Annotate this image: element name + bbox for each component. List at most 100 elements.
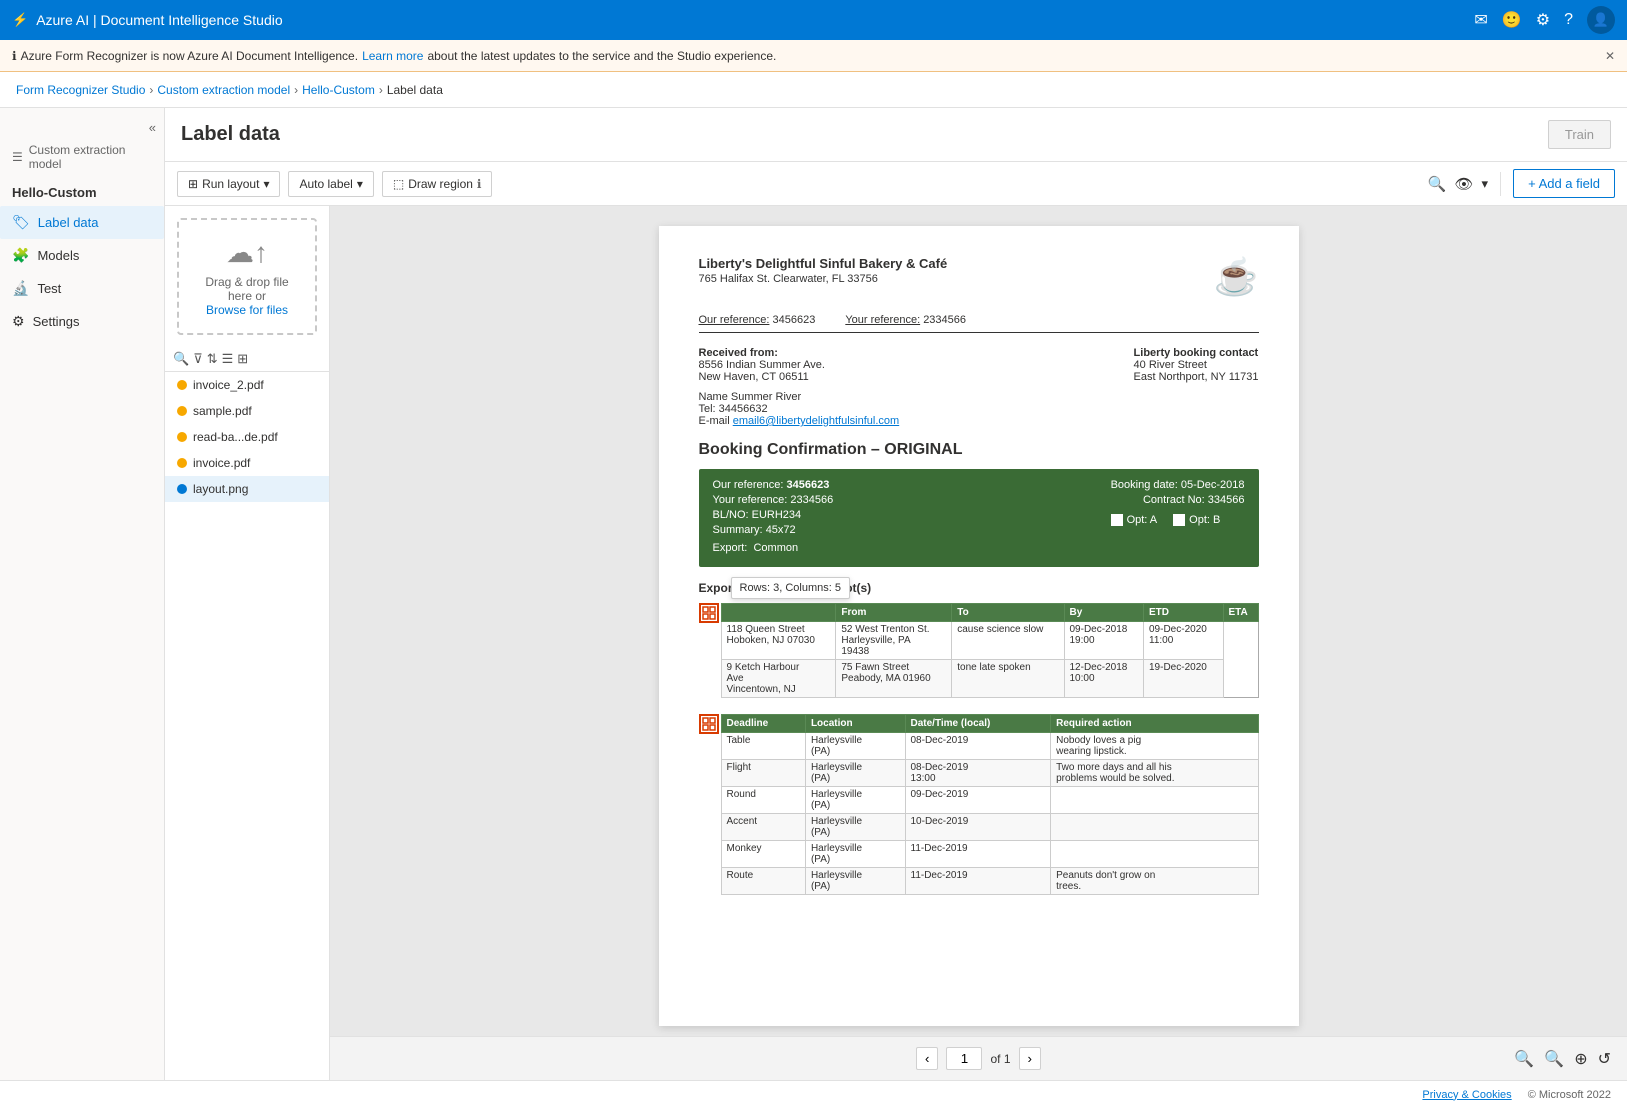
file-name: read-ba...de.pdf [193, 430, 278, 444]
sidebar-test-text: Test [37, 281, 61, 296]
fit-page-icon[interactable]: ⊕ [1574, 1049, 1587, 1069]
notif-link[interactable]: Learn more [362, 49, 423, 63]
checkbox-b[interactable] [1173, 514, 1185, 526]
rotate-icon[interactable]: ↺ [1598, 1049, 1611, 1069]
booking-title: Booking Confirmation – ORIGINAL [699, 441, 1259, 459]
settings-nav-icon: ⚙ [12, 313, 25, 330]
data-table-2: Deadline Location Date/Time (local) Requ… [721, 714, 1259, 895]
file-item[interactable]: sample.pdf [165, 398, 329, 424]
file-item[interactable]: read-ba...de.pdf [165, 424, 329, 450]
auto-label-dropdown-icon[interactable]: ▾ [357, 177, 363, 191]
upload-text-line1: Drag & drop file [191, 275, 303, 289]
document-scroll[interactable]: Liberty's Delightful Sinful Bakery & Caf… [330, 206, 1627, 1036]
file-status-dot [177, 380, 187, 390]
sidebar: « ☰ Custom extraction model Hello-Custom… [0, 108, 165, 1080]
prev-page-button[interactable]: ‹ [916, 1047, 938, 1070]
sidebar-toggle[interactable]: « [0, 116, 164, 139]
company-name: Liberty's Delightful Sinful Bakery & Caf… [699, 256, 948, 271]
table-select-button-2[interactable] [699, 714, 719, 734]
notification-bar: ℹ Azure Form Recognizer is now Azure AI … [0, 40, 1627, 72]
sidebar-item-settings[interactable]: ⚙ Settings [0, 305, 164, 338]
draw-region-info-icon: ℹ [477, 177, 482, 191]
top-bar-icons: ✉ 🙂 ⚙ ? 👤 [1474, 6, 1615, 34]
browse-link[interactable]: Browse for files [206, 303, 288, 317]
sidebar-settings-text: Settings [33, 314, 80, 329]
main-content: Label data Train ⊞ Run layout ▾ Auto lab… [165, 108, 1627, 1080]
document-page: Liberty's Delightful Sinful Bakery & Caf… [659, 226, 1299, 1026]
doc-ref-line: Our reference: 3456623 Your reference: 2… [699, 314, 1259, 333]
breadcrumb-model[interactable]: Custom extraction model [157, 83, 290, 97]
file-item[interactable]: invoice.pdf [165, 450, 329, 476]
checkbox-a[interactable] [1111, 514, 1123, 526]
document-viewer: Liberty's Delightful Sinful Bakery & Caf… [330, 206, 1627, 1080]
breadcrumb-home[interactable]: Form Recognizer Studio [16, 83, 145, 97]
file-list: invoice_2.pdf sample.pdf read-ba...de.pd… [165, 372, 329, 1080]
auto-label-button[interactable]: Auto label ▾ [288, 171, 373, 197]
file-sort-icon[interactable]: ⇅ [207, 351, 218, 367]
file-panel: ☁↑ Drag & drop file here or Browse for f… [165, 206, 330, 1080]
zoom-out-icon[interactable]: 🔍 [1514, 1049, 1534, 1069]
next-page-button[interactable]: › [1019, 1047, 1041, 1070]
upload-icon: ☁↑ [191, 236, 303, 269]
page-total: of 1 [990, 1052, 1010, 1066]
table-row: 9 Ketch HarbourAveVincentown, NJ 75 Fawn… [721, 660, 1258, 698]
privacy-link[interactable]: Privacy & Cookies [1422, 1089, 1511, 1101]
sidebar-item-label-data[interactable]: 🏷 Label data [0, 206, 164, 239]
zoom-controls: 🔍 🔍 ⊕ ↺ [1514, 1049, 1611, 1069]
page-number-input[interactable] [946, 1047, 982, 1070]
mail-icon[interactable]: ✉ [1474, 10, 1487, 30]
file-status-dot [177, 406, 187, 416]
booking-right: Booking date: 05-Dec-2018 Contract No: 3… [1111, 479, 1245, 557]
draw-region-button[interactable]: ⬚ Draw region ℹ [382, 171, 493, 197]
table1-wrapper: Rows: 3, Columns: 5 [699, 603, 1259, 698]
notif-text: Azure Form Recognizer is now Azure AI Do… [21, 49, 359, 63]
upload-zone[interactable]: ☁↑ Drag & drop file here or Browse for f… [177, 218, 317, 335]
table-row: Monkey Harleysville(PA) 11-Dec-2019 [721, 841, 1258, 868]
file-name: invoice.pdf [193, 456, 250, 470]
view-toggle-icon[interactable]: 👁 [1455, 175, 1474, 193]
file-item-selected[interactable]: layout.png [165, 476, 329, 502]
your-ref-label: Your reference: 2334566 [845, 314, 966, 326]
test-icon: 🔬 [12, 280, 29, 297]
file-status-dot [177, 484, 187, 494]
emoji-icon[interactable]: 🙂 [1502, 10, 1522, 30]
file-item[interactable]: invoice_2.pdf [165, 372, 329, 398]
content-area: ☁↑ Drag & drop file here or Browse for f… [165, 206, 1627, 1080]
train-button[interactable]: Train [1548, 120, 1611, 149]
sidebar-models-text: Models [37, 248, 79, 263]
view-dropdown-icon[interactable]: ▾ [1482, 176, 1489, 192]
zoom-in-icon[interactable]: 🔍 [1544, 1049, 1564, 1069]
pagination-center: ‹ of 1 › [916, 1047, 1041, 1070]
app-title: Azure AI | Document Intelligence Studio [36, 12, 282, 28]
settings-icon[interactable]: ⚙ [1536, 10, 1550, 30]
breadcrumb-sep2: › [294, 83, 298, 97]
file-name: sample.pdf [193, 404, 252, 418]
file-list-icon[interactable]: ☰ [222, 351, 234, 367]
breadcrumb: Form Recognizer Studio › Custom extracti… [0, 72, 1627, 108]
doc-header: Liberty's Delightful Sinful Bakery & Caf… [699, 256, 1259, 298]
sidebar-item-test[interactable]: 🔬 Test [0, 272, 164, 305]
add-field-button[interactable]: + Add a field [1513, 169, 1615, 198]
file-filter-icon[interactable]: ⊽ [193, 351, 203, 367]
checkboxes: Opt: A Opt: B [1111, 514, 1245, 526]
notif-close-icon[interactable]: ✕ [1605, 49, 1615, 63]
search-icon[interactable]: 🔍 [1428, 175, 1447, 193]
help-icon[interactable]: ? [1564, 11, 1573, 29]
our-ref-label: Our reference: 3456623 [699, 314, 816, 326]
file-search-icon[interactable]: 🔍 [173, 351, 189, 367]
user-avatar[interactable]: 👤 [1587, 6, 1615, 34]
sidebar-label-data-text: Label data [38, 215, 99, 230]
table-select-button-1[interactable] [699, 603, 719, 623]
top-bar: ⚡ Azure AI | Document Intelligence Studi… [0, 0, 1627, 40]
breadcrumb-project[interactable]: Hello-Custom [302, 83, 375, 97]
run-layout-button[interactable]: ⊞ Run layout ▾ [177, 171, 280, 197]
page-title: Label data [181, 123, 1548, 146]
table-row: Table Harleysville(PA) 08-Dec-2019 Nobod… [721, 733, 1258, 760]
models-icon: 🧩 [12, 247, 29, 264]
sidebar-item-models[interactable]: 🧩 Models [0, 239, 164, 272]
sidebar-project-name: Hello-Custom [0, 179, 164, 206]
file-status-dot [177, 432, 187, 442]
file-grid-icon[interactable]: ⊞ [237, 351, 248, 367]
run-layout-dropdown-icon[interactable]: ▾ [263, 177, 269, 191]
booking-left: Our reference: 3456623 Your reference: 2… [713, 479, 1081, 557]
